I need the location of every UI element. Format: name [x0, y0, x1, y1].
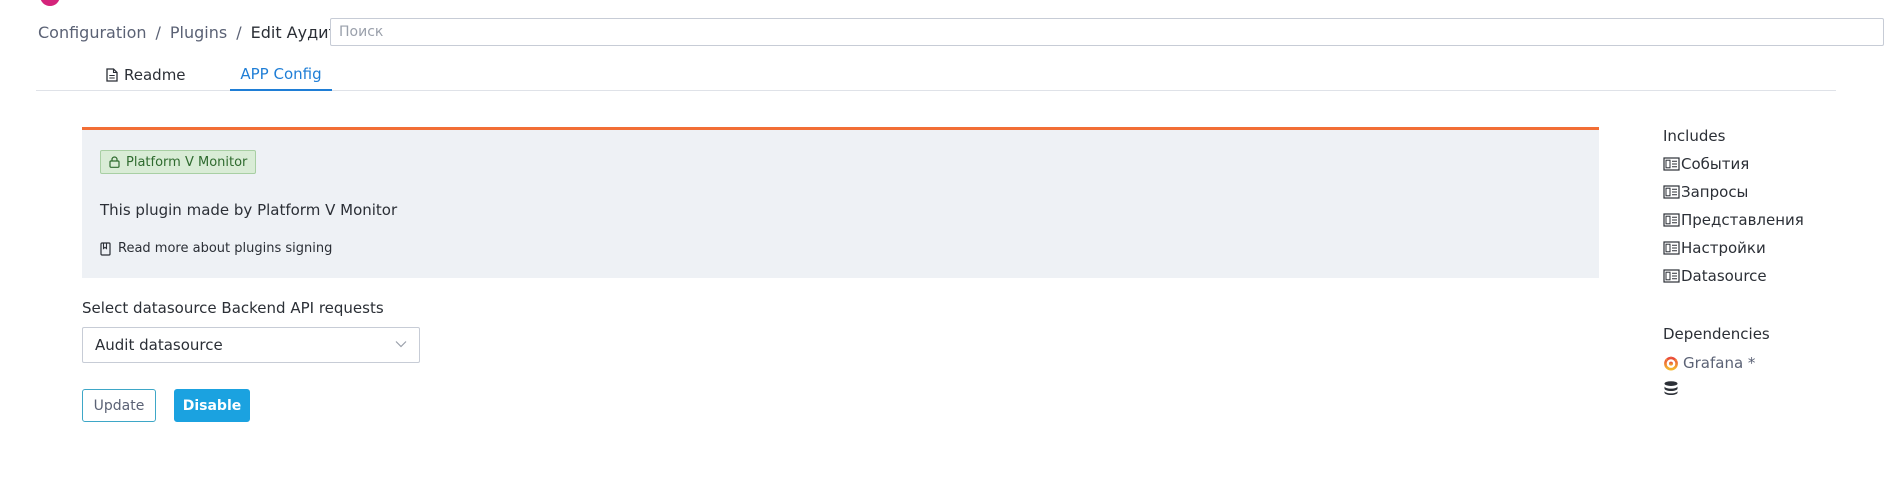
- tab-app-config-label: APP Config: [240, 64, 322, 83]
- includes-title: Includes: [1663, 127, 1726, 145]
- disable-button[interactable]: Disable: [174, 389, 250, 422]
- include-item-label: Настройки: [1681, 239, 1766, 257]
- tab-bar: Readme APP Config: [36, 58, 1836, 91]
- tab-app-config[interactable]: APP Config: [230, 58, 332, 91]
- plugin-signature-panel: Platform V Monitor This plugin made by P…: [82, 127, 1599, 278]
- dashboard-icon: [1663, 269, 1680, 283]
- logo-icon[interactable]: [40, 0, 60, 6]
- grafana-icon: [1663, 355, 1679, 371]
- breadcrumb-separator: /: [236, 22, 242, 42]
- tab-readme[interactable]: Readme: [106, 58, 186, 91]
- book-icon: [100, 241, 111, 256]
- file-document-icon: [106, 67, 118, 82]
- breadcrumb-plugins[interactable]: Plugins: [170, 23, 227, 42]
- datasource-select[interactable]: Audit datasource: [82, 327, 420, 363]
- dependency-grafana[interactable]: Grafana *: [1663, 354, 1755, 372]
- include-item-label: Представления: [1681, 211, 1804, 229]
- tab-readme-label: Readme: [124, 65, 186, 84]
- dependency-database[interactable]: [1663, 380, 1683, 396]
- plugin-signing-link[interactable]: Read more about plugins signing: [100, 241, 332, 256]
- dependencies-title: Dependencies: [1663, 325, 1770, 343]
- signature-text: This plugin made by Platform V Monitor: [100, 201, 398, 219]
- dashboard-icon: [1663, 157, 1680, 171]
- search-input[interactable]: [330, 18, 1884, 46]
- chevron-down-icon: [395, 340, 407, 348]
- include-item-label: Datasource: [1681, 267, 1767, 285]
- signature-badge-label: Platform V Monitor: [126, 154, 248, 170]
- lock-icon: [109, 156, 120, 168]
- update-button[interactable]: Update: [82, 389, 156, 422]
- plugin-signing-link-label: Read more about plugins signing: [118, 241, 333, 256]
- dashboard-icon: [1663, 185, 1680, 199]
- dependency-label: Grafana *: [1683, 354, 1756, 372]
- datasource-label: Select datasource Backend API requests: [82, 299, 384, 317]
- include-item-datasource[interactable]: Datasource: [1663, 267, 1767, 285]
- breadcrumb-separator: /: [155, 22, 161, 42]
- include-item-label: События: [1681, 155, 1750, 173]
- include-item-label: Запросы: [1681, 183, 1749, 201]
- include-item-settings[interactable]: Настройки: [1663, 239, 1766, 257]
- signature-badge: Platform V Monitor: [100, 150, 257, 174]
- database-icon: [1663, 380, 1679, 396]
- dashboard-icon: [1663, 213, 1680, 227]
- include-item-requests[interactable]: Запросы: [1663, 183, 1748, 201]
- breadcrumb-configuration[interactable]: Configuration: [38, 23, 147, 42]
- dashboard-icon: [1663, 241, 1680, 255]
- include-item-views[interactable]: Представления: [1663, 211, 1804, 229]
- breadcrumb: Configuration / Plugins / Edit Аудит: [38, 22, 338, 42]
- include-item-events[interactable]: События: [1663, 155, 1749, 173]
- datasource-selected-value: Audit datasource: [95, 336, 223, 354]
- breadcrumb-current: Edit Аудит: [250, 22, 338, 42]
